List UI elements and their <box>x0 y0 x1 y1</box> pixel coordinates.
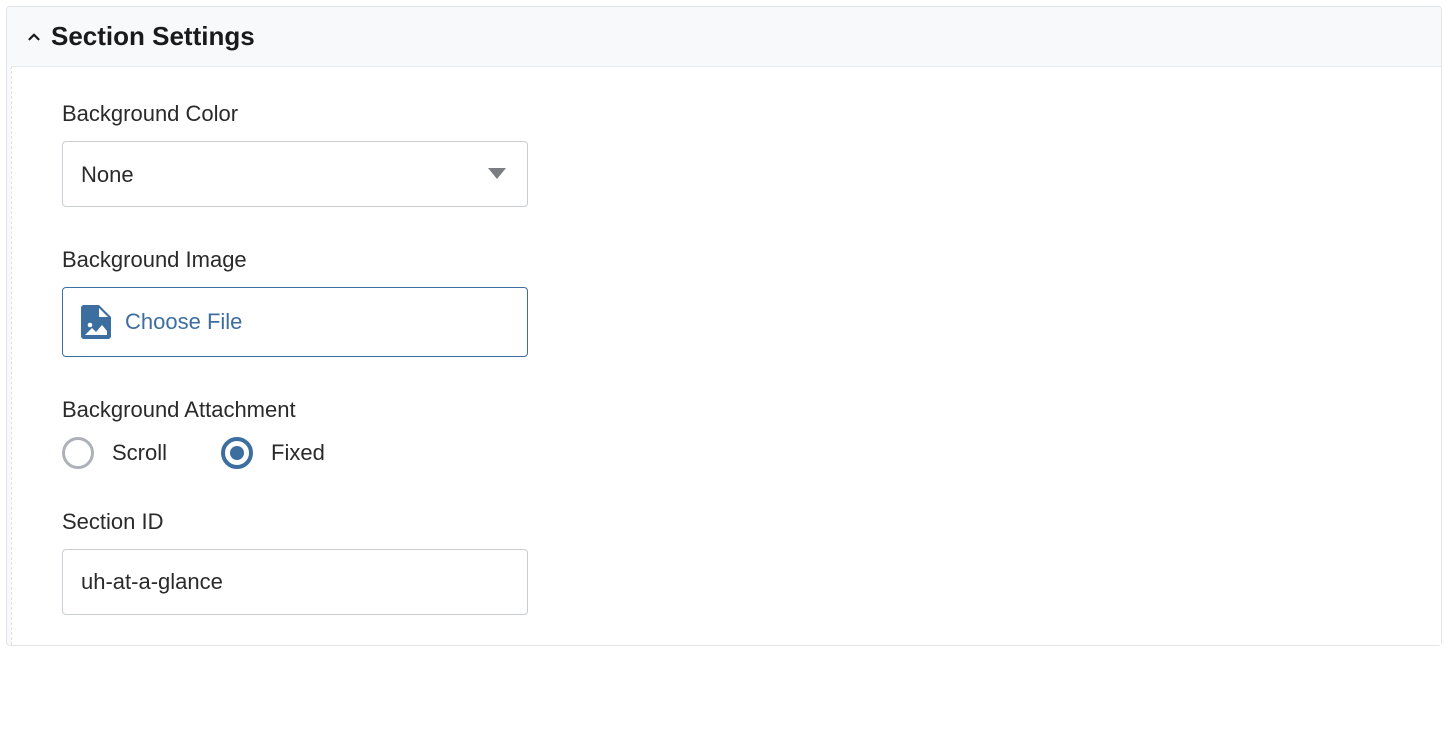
radio-option-scroll[interactable]: Scroll <box>62 437 167 469</box>
image-file-icon <box>81 305 111 339</box>
section-id-label: Section ID <box>62 509 1421 535</box>
background-color-select[interactable]: None <box>62 141 528 207</box>
panel-header[interactable]: Section Settings <box>7 7 1441 66</box>
choose-file-label: Choose File <box>125 309 242 335</box>
background-color-select-wrap: None <box>62 141 528 207</box>
section-settings-panel: Section Settings Background Color None B… <box>6 6 1442 646</box>
section-id-input[interactable] <box>62 549 528 615</box>
radio-icon-checked <box>221 437 253 469</box>
background-color-label: Background Color <box>62 101 1421 127</box>
background-attachment-field: Background Attachment Scroll Fixed <box>62 397 1421 469</box>
panel-title: Section Settings <box>51 21 255 52</box>
radio-label-fixed: Fixed <box>271 440 325 466</box>
radio-icon <box>62 437 94 469</box>
background-attachment-label: Background Attachment <box>62 397 1421 423</box>
background-image-label: Background Image <box>62 247 1421 273</box>
radio-option-fixed[interactable]: Fixed <box>221 437 325 469</box>
background-attachment-radio-group: Scroll Fixed <box>62 437 1421 469</box>
background-color-field: Background Color None <box>62 101 1421 207</box>
chevron-up-icon <box>25 28 43 46</box>
choose-file-button[interactable]: Choose File <box>62 287 528 357</box>
background-image-field: Background Image Choose File <box>62 247 1421 357</box>
section-id-field: Section ID <box>62 509 1421 615</box>
panel-body: Background Color None Background Image <box>11 66 1441 645</box>
radio-label-scroll: Scroll <box>112 440 167 466</box>
